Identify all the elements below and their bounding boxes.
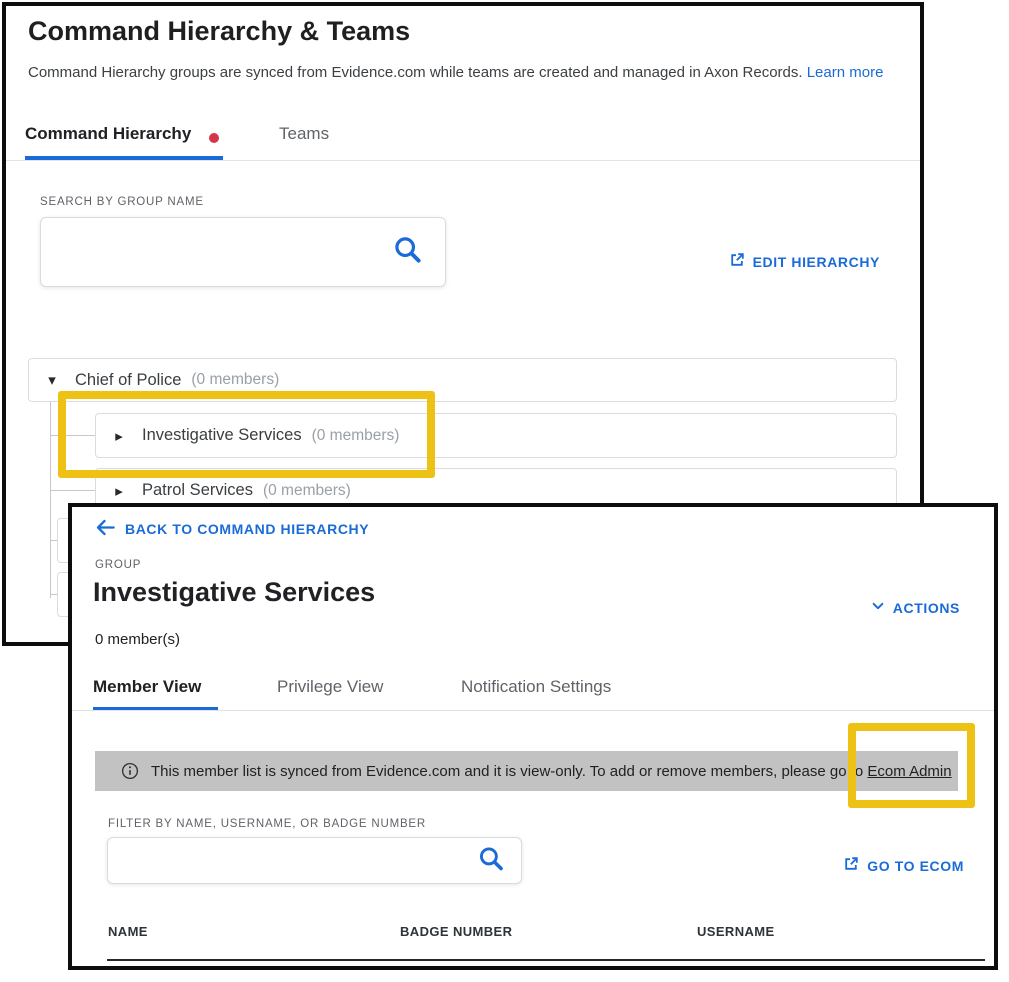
column-header-username: USERNAME [697,924,775,939]
tree-row-member-count: (0 members) [312,427,400,445]
tree-row-chief-of-police[interactable]: Chief of Police (0 members) [28,358,897,402]
arrow-left-icon [94,516,117,542]
tab-command-hierarchy[interactable]: Command Hierarchy [25,124,191,144]
external-link-icon [843,856,859,875]
edit-hierarchy-label: EDIT HIERARCHY [753,254,880,270]
search-group-box [40,217,446,287]
banner-message: This member list is synced from Evidence… [151,763,863,780]
tree-connector-stub [51,435,95,436]
ecom-admin-link[interactable]: Ecom Admin [867,763,951,780]
page-subtitle: Command Hierarchy groups are synced from… [28,64,883,81]
column-header-name: NAME [108,924,148,939]
back-to-command-hierarchy-link[interactable]: BACK TO COMMAND HIERARCHY [94,516,369,542]
tabs-divider [72,710,994,711]
group-detail-window: BACK TO COMMAND HIERARCHY GROUP Investig… [68,503,998,970]
table-header-divider [107,959,985,961]
actions-label: ACTIONS [893,600,960,616]
caret-right-icon[interactable] [96,482,142,500]
go-to-ecom-label: GO TO ECOM [867,858,964,874]
tree-row-label: Investigative Services [142,426,302,445]
tab-notification-settings[interactable]: Notification Settings [461,677,611,697]
chevron-down-icon [871,599,885,616]
view-only-info-banner: This member list is synced from Evidence… [95,751,958,791]
filter-members-box [107,837,522,884]
tab-teams[interactable]: Teams [279,124,329,144]
banner-text: This member list is synced from Evidence… [151,763,952,780]
tree-row-member-count: (0 members) [263,482,351,500]
tree-row-member-count: (0 members) [191,371,279,389]
group-eyebrow-label: GROUP [95,559,141,571]
search-group-input[interactable] [53,218,356,286]
filter-members-input[interactable] [120,838,430,883]
tabs-divider [6,160,920,161]
filter-members-label: FILTER BY NAME, USERNAME, OR BADGE NUMBE… [108,818,426,830]
tab-member-view[interactable]: Member View [93,677,201,697]
subtitle-text: Command Hierarchy groups are synced from… [28,64,803,81]
caret-down-icon[interactable] [29,371,75,389]
learn-more-link[interactable]: Learn more [807,64,884,81]
tab-privilege-view[interactable]: Privilege View [277,677,383,697]
member-count: 0 member(s) [95,631,180,648]
tree-row-investigative-services[interactable]: Investigative Services (0 members) [95,413,897,458]
tree-row-label: Chief of Police [75,371,181,390]
search-group-label: SEARCH BY GROUP NAME [40,196,204,208]
actions-dropdown-button[interactable]: ACTIONS [871,599,960,616]
back-link-label: BACK TO COMMAND HIERARCHY [125,521,369,537]
group-name-heading: Investigative Services [93,577,375,608]
info-icon [121,762,139,780]
column-header-badge-number: BADGE NUMBER [400,924,512,939]
search-icon[interactable] [392,234,423,270]
caret-right-icon[interactable] [96,427,142,445]
edit-hierarchy-button[interactable]: EDIT HIERARCHY [729,252,880,271]
notification-dot [209,133,219,143]
tree-row-label: Patrol Services [142,481,253,500]
tree-connector-line [50,402,51,598]
tree-connector-stub [51,490,95,491]
page-title: Command Hierarchy & Teams [28,16,410,47]
search-icon[interactable] [477,844,505,877]
go-to-ecom-button[interactable]: GO TO ECOM [843,856,964,875]
external-link-icon [729,252,745,271]
